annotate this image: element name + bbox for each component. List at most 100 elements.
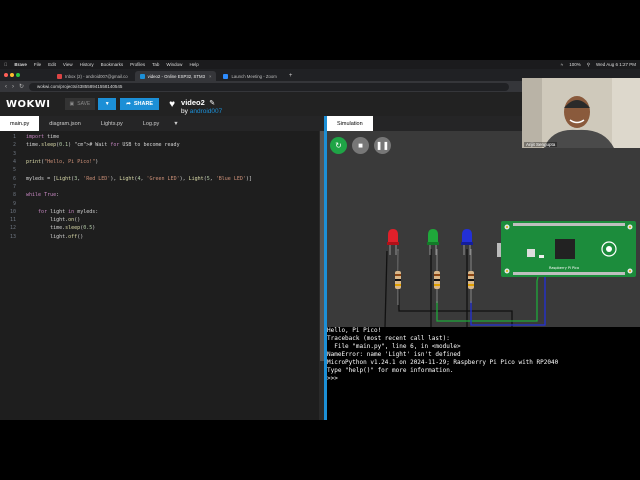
menu-help[interactable]: Help bbox=[189, 62, 198, 67]
heart-icon[interactable]: ♥ bbox=[169, 99, 175, 110]
menu-file[interactable]: File bbox=[34, 62, 41, 67]
code-text: myleds = [Light(3, 'Red LED'), Light(4, … bbox=[26, 175, 252, 182]
wifi-icon[interactable]: ≈ bbox=[561, 62, 563, 67]
zoom-window-button[interactable] bbox=[16, 73, 20, 77]
apple-icon[interactable]:  bbox=[4, 62, 7, 67]
project-info: video2 ✎ by android007 bbox=[181, 93, 222, 116]
resistor-3 bbox=[468, 249, 474, 303]
menu-view[interactable]: View bbox=[63, 62, 73, 67]
code-line[interactable]: 5 bbox=[0, 166, 325, 174]
code-text: import time bbox=[26, 134, 60, 141]
code-line[interactable]: 9 bbox=[0, 199, 325, 207]
menu-profiles[interactable]: Profiles bbox=[130, 62, 145, 67]
line-number: 9 bbox=[12, 200, 16, 207]
share-button[interactable]: ➦ SHARE bbox=[120, 98, 160, 110]
project-name[interactable]: video2 bbox=[181, 98, 205, 107]
code-line[interactable]: 4 print("Hello, Pi Pico!") bbox=[0, 158, 325, 166]
red-led bbox=[387, 229, 399, 255]
code-line[interactable]: 6 myleds = [Light(3, 'Red LED'), Light(4,… bbox=[0, 174, 325, 182]
wire-black-1 bbox=[384, 250, 388, 327]
circuit-diagram: Raspberry Pi Pico bbox=[384, 221, 636, 327]
console-line: File "main.py", line 6, in <module> bbox=[327, 343, 461, 350]
close-tab-icon[interactable]: × bbox=[209, 74, 212, 79]
menu-bookmarks[interactable]: Bookmarks bbox=[101, 62, 124, 67]
code-text: light.on() bbox=[26, 217, 81, 224]
new-tab-button[interactable]: + bbox=[284, 71, 298, 81]
code-text: light.off() bbox=[26, 233, 84, 240]
menu-window[interactable]: Window bbox=[166, 62, 182, 67]
line-number: 8 bbox=[12, 192, 16, 199]
screen:  Brave File Edit View History Bookmarks… bbox=[0, 0, 640, 480]
chevron-down-icon: ▼ bbox=[104, 101, 110, 107]
code-editor-panel: main.py diagram.json Lights.py Log.py ▼ … bbox=[0, 116, 325, 420]
code-line[interactable]: 7 bbox=[0, 183, 325, 191]
search-icon[interactable]: ⚲ bbox=[587, 62, 590, 68]
minimize-window-button[interactable] bbox=[10, 73, 14, 77]
code-line[interactable]: 8 while True: bbox=[0, 191, 325, 199]
tab-main-py[interactable]: main.py bbox=[0, 116, 40, 131]
tab-title: Launch Meeting - Zoom bbox=[231, 73, 277, 79]
console-line: >>> bbox=[327, 375, 342, 382]
line-number: 5 bbox=[12, 167, 16, 174]
rp2040-chip bbox=[555, 239, 575, 259]
tab-title: Inbox (2) - android007@gmail.co bbox=[65, 73, 128, 79]
battery-percent[interactable]: 100% bbox=[569, 62, 581, 67]
code-line[interactable]: 11 light.on() bbox=[0, 216, 325, 224]
code-text: time.sleep(0.5) bbox=[26, 225, 96, 232]
raspberry-pi-pico-board: Raspberry Pi Pico bbox=[497, 221, 636, 277]
tab-simulation[interactable]: Simulation bbox=[327, 116, 373, 131]
wire-blue bbox=[470, 273, 546, 326]
menu-tab[interactable]: Tab bbox=[152, 62, 159, 67]
tab-log-py[interactable]: Log.py bbox=[133, 116, 170, 131]
console-line: NameError: name 'Light' isn't defined bbox=[327, 351, 461, 358]
wire-black-2 bbox=[397, 250, 513, 327]
serial-monitor[interactable]: Hello, Pi Pico! Traceback (most recent ca… bbox=[327, 327, 640, 420]
save-button[interactable]: ▣ SAVE bbox=[64, 98, 96, 110]
save-dropdown-button[interactable]: ▼ bbox=[98, 98, 117, 110]
wokwi-logo[interactable]: WOKWI bbox=[6, 99, 51, 110]
code-text: print("Hello, Pi Pico!") bbox=[26, 159, 99, 166]
tab-lights-py[interactable]: Lights.py bbox=[91, 116, 133, 131]
close-window-button[interactable] bbox=[4, 73, 8, 77]
reload-icon[interactable]: ↻ bbox=[19, 83, 24, 90]
author-link[interactable]: android007 bbox=[190, 108, 223, 115]
line-number: 6 bbox=[12, 175, 16, 182]
menu-edit[interactable]: Edit bbox=[48, 62, 56, 67]
menubar-clock[interactable]: Wed Aug 6 1:27 PM bbox=[596, 62, 636, 67]
console-line: Traceback (most recent call last): bbox=[327, 335, 450, 342]
url-input[interactable]: wokwi.com/projects/438558941558140545 bbox=[29, 82, 510, 91]
line-number: 4 bbox=[12, 159, 16, 166]
resistor-2 bbox=[434, 249, 440, 303]
wire-green bbox=[436, 272, 540, 322]
tab-inbox[interactable]: Inbox (2) - android007@gmail.co bbox=[52, 71, 133, 81]
back-icon[interactable]: ‹ bbox=[5, 84, 7, 90]
code-line[interactable]: 13 light.off() bbox=[0, 233, 325, 241]
tab-zoom[interactable]: Launch Meeting - Zoom bbox=[218, 71, 281, 81]
forward-icon[interactable]: › bbox=[12, 84, 14, 90]
person-video bbox=[522, 78, 640, 148]
video-call-thumbnail[interactable]: Arijit Sengupta bbox=[522, 78, 640, 148]
line-number: 10 bbox=[9, 208, 16, 215]
menubar-app-name[interactable]: Brave bbox=[14, 62, 27, 67]
code-line[interactable]: 3 bbox=[0, 150, 325, 158]
code-line[interactable]: 12 time.sleep(0.5) bbox=[0, 224, 325, 232]
line-number: 2 bbox=[12, 142, 16, 149]
window-controls bbox=[4, 73, 22, 77]
resistor-1 bbox=[395, 249, 401, 305]
tab-diagram-json[interactable]: diagram.json bbox=[39, 116, 91, 131]
code-area[interactable]: 1 import time 2 time.sleep(0.1) "cm"># Wait… bbox=[0, 131, 325, 241]
url-text: wokwi.com/projects/438558941558140545 bbox=[37, 84, 123, 89]
simulation-canvas[interactable]: ↻ ■ ❚❚ Raspberry Pi Pico bbox=[327, 131, 640, 327]
share-icon: ➦ bbox=[126, 101, 131, 107]
line-number: 1 bbox=[12, 134, 16, 141]
wokwi-icon bbox=[139, 73, 145, 79]
code-line[interactable]: 10 for light in myleds: bbox=[0, 208, 325, 216]
tab-wokwi[interactable]: video2 - Online ESP32, STM3 × bbox=[134, 71, 217, 81]
editor-tab-bar: main.py diagram.json Lights.py Log.py ▼ bbox=[0, 116, 325, 131]
code-line[interactable]: 2 time.sleep(0.1) "cm"># Wait for USB to … bbox=[0, 141, 325, 149]
menu-history[interactable]: History bbox=[80, 62, 94, 67]
edit-pencil-icon[interactable]: ✎ bbox=[209, 100, 215, 107]
console-line: Hello, Pi Pico! bbox=[327, 327, 382, 334]
tabs-menu-chevron-icon[interactable]: ▼ bbox=[169, 116, 182, 131]
code-line[interactable]: 1 import time bbox=[0, 133, 325, 141]
